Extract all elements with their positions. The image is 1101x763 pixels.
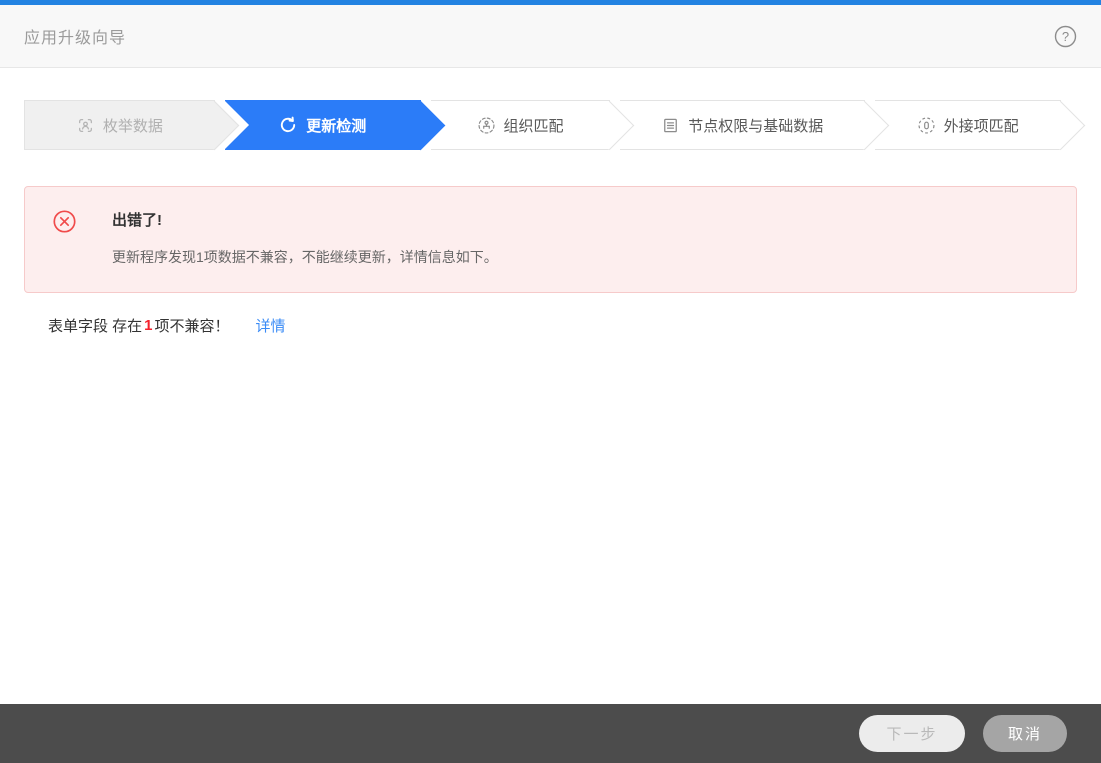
refresh-icon [279,116,297,134]
alert-title: 出错了! [112,212,162,229]
error-alert: 出错了! 更新程序发现1项数据不兼容，不能继续更新，详情信息如下。 [24,186,1077,293]
external-item-icon [918,116,935,134]
error-circle-icon [53,210,76,233]
dialog-header: 应用升级向导 ? [0,5,1101,68]
summary-suffix: 项不兼容！ [154,318,230,335]
app-upgrade-wizard-dialog: 应用升级向导 ? 枚举数据 更新检测 组织匹配 节点权限与基础数据 外接项匹配 … [0,0,1101,763]
node-permission-icon [662,117,679,134]
dialog-footer: 下一步 取消 [0,704,1101,763]
summary-prefix: 表单字段 存在 [48,318,143,335]
incompatible-count: 1 [144,317,153,334]
step-label: 枚举数据 [102,117,163,135]
step-label: 外接项匹配 [943,117,1019,135]
org-match-icon [477,116,495,134]
step-update-check[interactable]: 更新检测 [224,100,421,150]
page-title: 应用升级向导 [24,30,127,47]
step-label: 更新检测 [306,117,367,135]
alert-message: 更新程序发现1项数据不兼容，不能继续更新，详情信息如下。 [112,249,498,265]
detail-link[interactable]: 详情 [256,315,286,336]
enum-data-icon [77,117,94,134]
step-node-permission[interactable]: 节点权限与基础数据 [620,100,866,150]
incompatibility-summary: 表单字段 存在 1 项不兼容！ 详情 [24,315,1077,336]
step-external-item[interactable]: 外接项匹配 [875,100,1061,150]
wizard-steps: 枚举数据 更新检测 组织匹配 节点权限与基础数据 外接项匹配 [24,100,1077,150]
help-circle-icon[interactable]: ? [1053,24,1077,48]
next-step-button[interactable]: 下一步 [859,715,965,752]
cancel-button[interactable]: 取消 [983,715,1067,752]
step-label: 组织匹配 [503,117,564,135]
step-org-match[interactable]: 组织匹配 [430,100,611,150]
step-enum-data[interactable]: 枚举数据 [24,100,215,150]
svg-text:?: ? [1061,29,1068,44]
step-label: 节点权限与基础数据 [688,117,824,135]
